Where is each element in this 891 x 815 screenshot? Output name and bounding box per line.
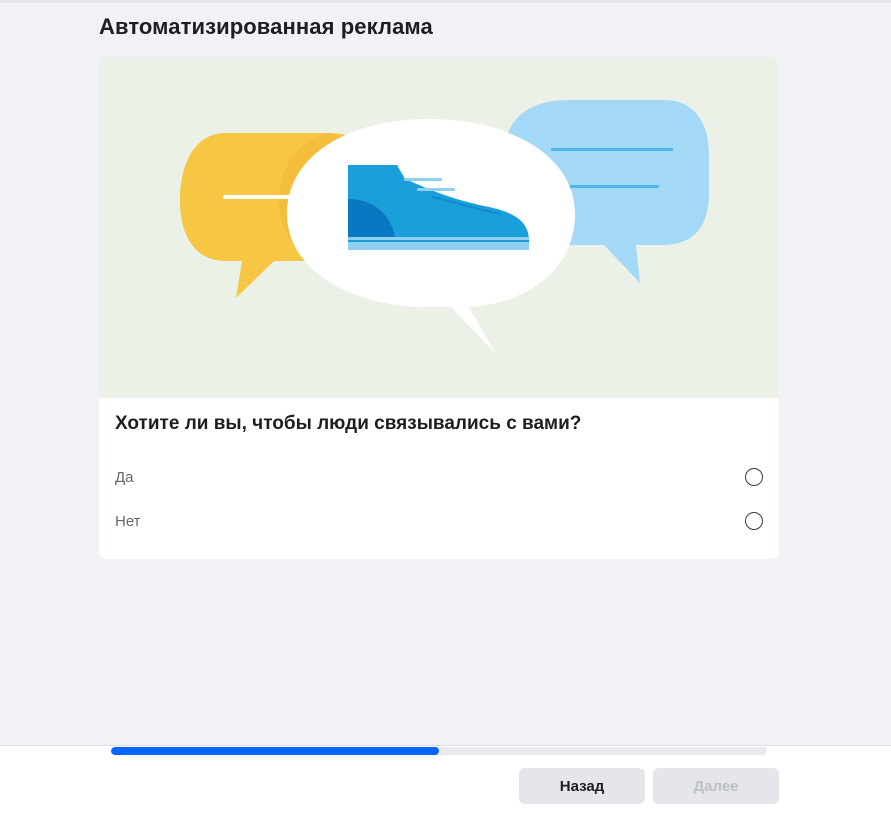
hero-illustration	[99, 57, 779, 398]
question-card: Хотите ли вы, чтобы люди связывались с в…	[99, 57, 779, 559]
page-title: Автоматизированная реклама	[99, 14, 433, 39]
radio-unchecked-icon[interactable]	[745, 468, 763, 486]
option-no[interactable]: Нет	[115, 508, 763, 534]
radio-unchecked-icon[interactable]	[745, 512, 763, 530]
progress-bar-fill	[111, 747, 439, 755]
progress-bar	[111, 747, 767, 755]
option-yes[interactable]: Да	[115, 464, 763, 490]
back-button[interactable]: Назад	[519, 768, 645, 804]
question-title: Хотите ли вы, чтобы люди связывались с в…	[115, 413, 582, 434]
top-divider	[0, 0, 891, 3]
chat-bubbles-illustration	[180, 100, 709, 353]
footer-bar: Назад Далее	[0, 745, 891, 815]
next-button[interactable]: Далее	[653, 768, 779, 804]
option-label: Да	[115, 468, 134, 486]
option-label: Нет	[115, 512, 141, 530]
